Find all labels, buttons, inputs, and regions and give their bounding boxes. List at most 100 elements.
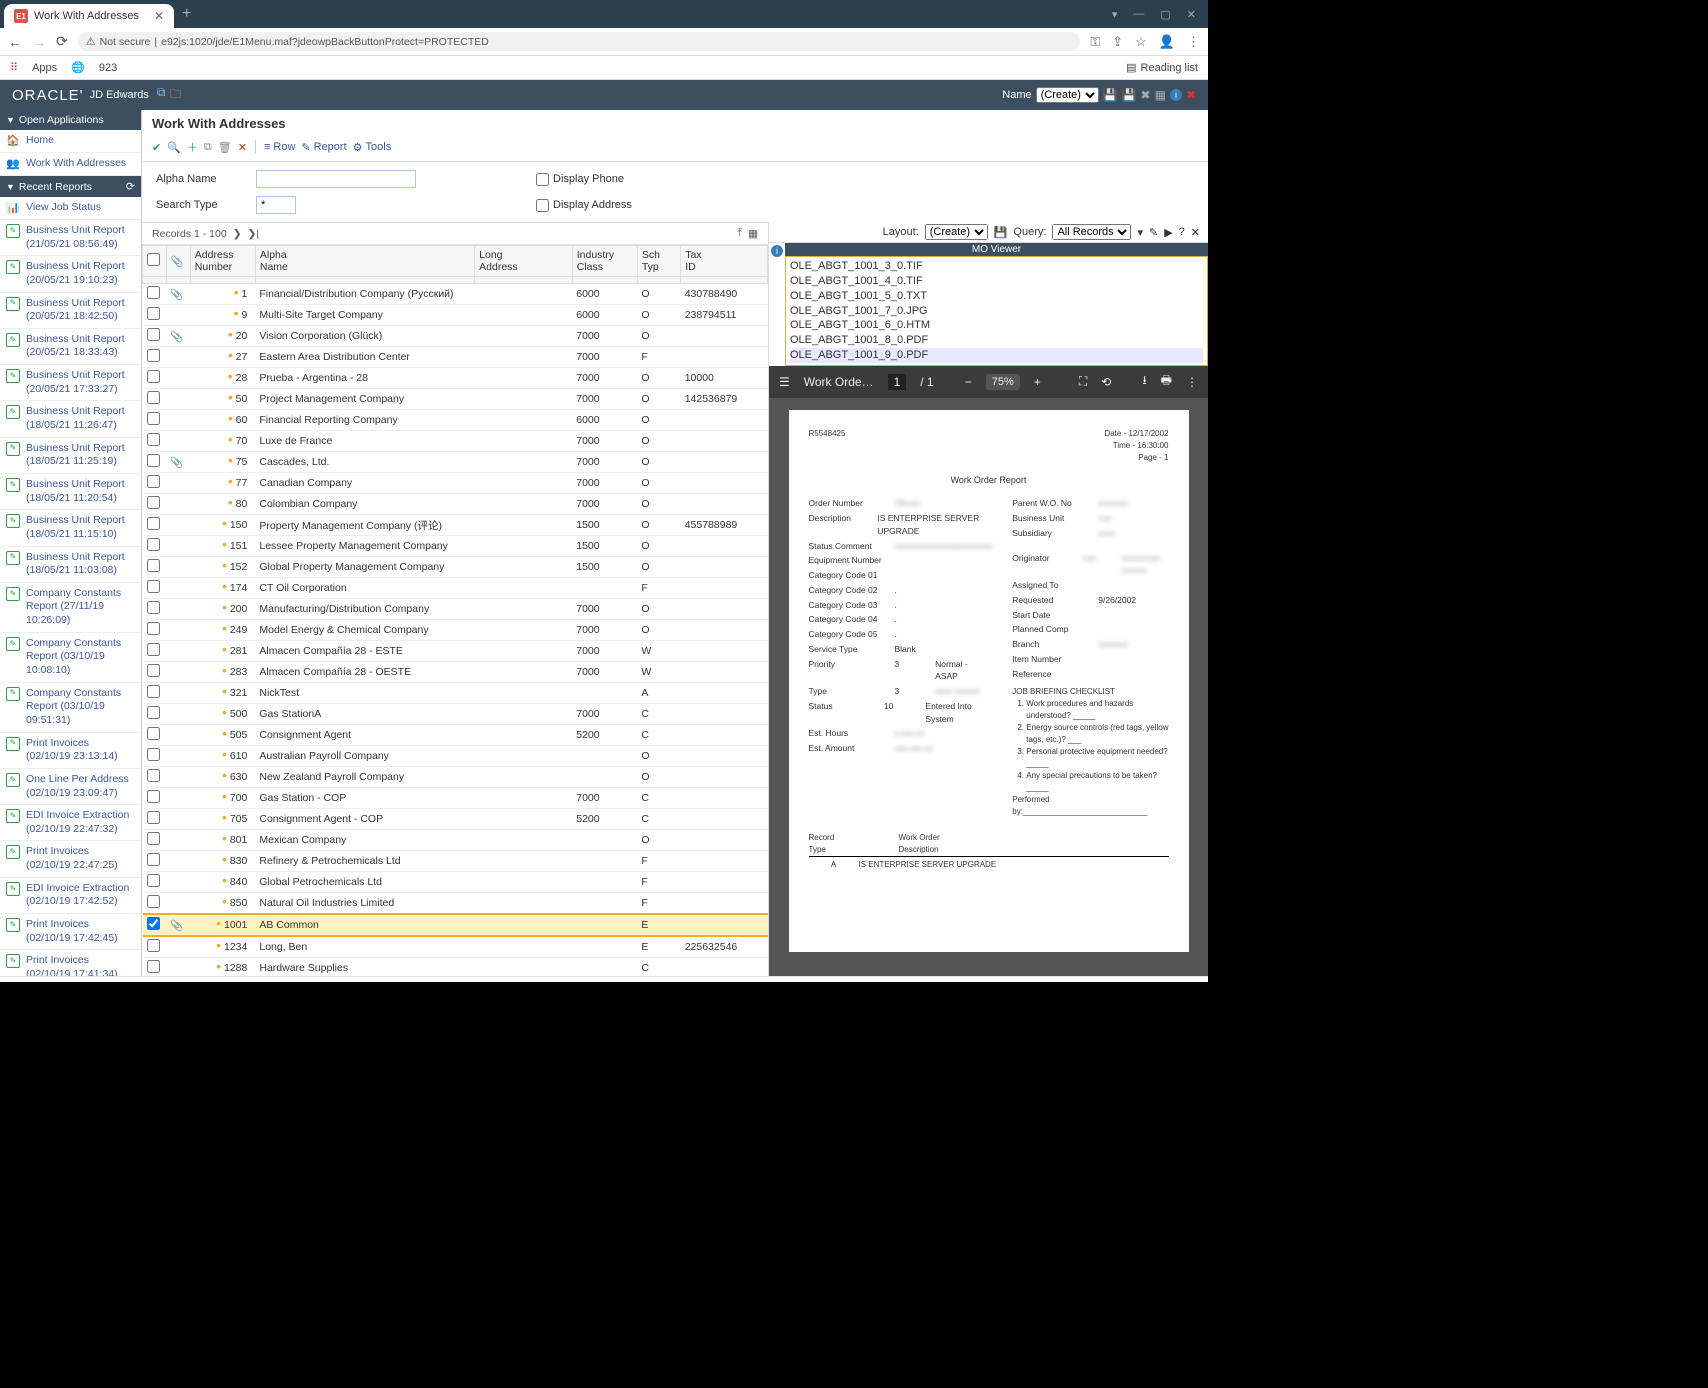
zoom-in-icon[interactable]: +	[1034, 375, 1041, 389]
copy-icon[interactable]: ⧉	[204, 141, 212, 154]
col-address-number[interactable]: Address Number	[190, 246, 255, 277]
share-icon[interactable]: ⇪	[1112, 34, 1123, 50]
close-icon[interactable]: ✕	[1187, 8, 1196, 21]
table-row[interactable]: • 150Property Management Company (评论)150…	[143, 515, 768, 536]
row-checkbox[interactable]	[147, 580, 160, 593]
table-row[interactable]: • 801Mexican CompanyO	[143, 830, 768, 851]
file-list[interactable]: OLE_ABGT_1001_3_0.TIFOLE_ABGT_1001_4_0.T…	[785, 256, 1208, 366]
col-alpha-name[interactable]: Alpha Name	[255, 246, 474, 277]
apps-icon[interactable]: ⠿	[10, 61, 18, 74]
sidebar-report-item[interactable]: ✎Print Invoices (02/10/19 23:13:14)	[0, 733, 141, 769]
row-checkbox[interactable]	[147, 454, 160, 467]
col-sch-typ[interactable]: Sch Typ	[637, 246, 680, 277]
last-page-icon[interactable]: ❯|	[248, 228, 260, 240]
display-phone-checkbox[interactable]: Display Phone	[536, 173, 676, 186]
row-checkbox[interactable]	[147, 307, 160, 320]
delete-icon[interactable]: 🗑	[218, 141, 232, 154]
attachment-icon[interactable]: 📎	[170, 331, 183, 343]
file-list-item[interactable]: OLE_ABGT_1001_6_0.HTM	[790, 318, 1203, 333]
table-row[interactable]: 📎• 1Financial/Distribution Company (Русс…	[143, 284, 768, 305]
save-icon[interactable]: 💾	[1103, 88, 1118, 102]
export-icon[interactable]: ⤒	[737, 227, 742, 240]
row-checkbox[interactable]	[147, 286, 160, 299]
table-row[interactable]: 📎• 75Cascades, Ltd.7000O	[143, 452, 768, 473]
info-icon[interactable]: i	[1170, 89, 1182, 101]
file-list-item[interactable]: OLE_ABGT_1001_9_0.PDF	[790, 348, 1203, 363]
maximize-icon[interactable]: ▢	[1160, 8, 1170, 21]
globe-icon[interactable]: 🌐	[71, 61, 85, 74]
save-layout-icon[interactable]: 💾	[994, 226, 1008, 239]
table-row[interactable]: • 1234Long, BenE225632546	[143, 936, 768, 958]
pdf-more-icon[interactable]: ⋮	[1186, 375, 1198, 389]
new-tab-button[interactable]: +	[182, 5, 191, 23]
list-icon[interactable]: ▤	[1126, 61, 1136, 74]
table-row[interactable]: • 705Consignment Agent - COP5200C	[143, 809, 768, 830]
sidebar-work-with-addresses[interactable]: 👥Work With Addresses	[0, 153, 141, 176]
sidebar-report-item[interactable]: ✎Company Constants Report (27/11/19 10:2…	[0, 583, 141, 633]
zoom-out-icon[interactable]: −	[965, 375, 972, 389]
row-checkbox[interactable]	[147, 517, 160, 530]
address-field[interactable]: ⚠ Not secure | e92js:1020/jde/E1Menu.maf…	[78, 32, 1081, 51]
sidebar-home[interactable]: 🏠Home	[0, 130, 141, 153]
table-row[interactable]: • 27Eastern Area Distribution Center7000…	[143, 347, 768, 368]
row-checkbox[interactable]	[147, 391, 160, 404]
file-list-item[interactable]: OLE_ABGT_1001_7_0.JPG	[790, 304, 1203, 319]
key-icon[interactable]: ⚿	[1090, 34, 1100, 50]
table-row[interactable]: • 60Financial Reporting Company6000O	[143, 410, 768, 431]
table-row[interactable]: • 249Model Energy & Chemical Company7000…	[143, 620, 768, 641]
select-all-checkbox[interactable]	[147, 253, 160, 266]
table-row[interactable]: • 151Lessee Property Management Company1…	[143, 536, 768, 557]
report-menu[interactable]: ✎Report	[301, 141, 346, 154]
reload-icon[interactable]: ⟳	[56, 33, 68, 50]
sidebar-report-item[interactable]: ✎Business Unit Report (18/05/21 11:25:19…	[0, 438, 141, 474]
ok-icon[interactable]: ✔	[152, 141, 161, 154]
sidebar-report-item[interactable]: ✎Business Unit Report (20/05/21 18:33:43…	[0, 329, 141, 365]
sidebar-report-item[interactable]: ✎Business Unit Report (18/05/21 11:15:10…	[0, 510, 141, 546]
close-rp-icon[interactable]: ✕	[1191, 226, 1200, 239]
row-checkbox[interactable]	[147, 496, 160, 509]
sidebar-report-item[interactable]: ✎Business Unit Report (20/05/21 19:10:23…	[0, 256, 141, 292]
tab-close-icon[interactable]: ✕	[154, 9, 164, 23]
rotate-icon[interactable]: ⟲	[1101, 375, 1111, 389]
table-row[interactable]: • 50Project Management Company7000O14253…	[143, 389, 768, 410]
folder-icon[interactable]: 🗀	[169, 85, 181, 106]
sidebar-report-item[interactable]: ✎Business Unit Report (20/05/21 17:33:27…	[0, 365, 141, 401]
table-row[interactable]: • 283Almacen Compañía 28 - OESTE7000W	[143, 662, 768, 683]
sidebar-report-item[interactable]: ✎Business Unit Report (20/05/21 18:42:50…	[0, 293, 141, 329]
alpha-name-input[interactable]	[256, 170, 416, 188]
sidebar-view-job-status[interactable]: 📊View Job Status	[0, 197, 141, 220]
sidebar-report-item[interactable]: ✎EDI Invoice Extraction (02/10/19 17:42:…	[0, 878, 141, 914]
open-applications-header[interactable]: ▼Open Applications	[0, 110, 141, 130]
row-checkbox[interactable]	[147, 328, 160, 341]
row-checkbox[interactable]	[147, 727, 160, 740]
file-list-item[interactable]: OLE_ABGT_1001_4_0.TIF	[790, 274, 1203, 289]
sidebar-report-item[interactable]: ✎Business Unit Report (18/05/21 11:03:08…	[0, 547, 141, 583]
row-checkbox[interactable]	[147, 939, 160, 952]
table-row[interactable]: • 505Consignment Agent5200C	[143, 725, 768, 746]
table-row[interactable]: • 70Luxe de France7000O	[143, 431, 768, 452]
add-icon[interactable]: ＋	[187, 139, 198, 155]
chevron-down-icon[interactable]: ▾	[1112, 8, 1118, 21]
table-row[interactable]: • 321NickTestA	[143, 683, 768, 704]
search-type-input[interactable]	[256, 196, 296, 214]
row-checkbox[interactable]	[147, 559, 160, 572]
pdf-menu-icon[interactable]: ☰	[779, 375, 790, 389]
table-row[interactable]: • 630New Zealand Payroll CompanyO	[143, 767, 768, 788]
table-row[interactable]: • 700Gas Station - COP7000C	[143, 788, 768, 809]
sidebar-report-item[interactable]: ✎Print Invoices (02/10/19 22:47:25)	[0, 841, 141, 877]
new-window-icon[interactable]: ⧉	[157, 85, 166, 106]
table-row[interactable]: • 200Manufacturing/Distribution Company7…	[143, 599, 768, 620]
row-checkbox[interactable]	[147, 917, 160, 930]
col-long-address[interactable]: Long Address	[475, 246, 573, 277]
row-menu[interactable]: ≡Row	[264, 141, 295, 153]
table-row[interactable]: • 9Multi-Site Target Company6000O2387945…	[143, 305, 768, 326]
table-row[interactable]: • 174CT Oil CorporationF	[143, 578, 768, 599]
table-row[interactable]: • 500Gas StationA7000C	[143, 704, 768, 725]
close-panel-icon[interactable]: ✖	[1186, 88, 1196, 102]
table-row[interactable]: • 152Global Property Management Company1…	[143, 557, 768, 578]
sidebar-report-item[interactable]: ✎Company Constants Report (03/10/19 09:5…	[0, 683, 141, 733]
row-checkbox[interactable]	[147, 853, 160, 866]
profile-icon[interactable]: 👤	[1159, 34, 1175, 50]
close-form-icon[interactable]: ✕	[238, 141, 247, 154]
sidebar-report-item[interactable]: ✎Business Unit Report (18/05/21 11:20:54…	[0, 474, 141, 510]
